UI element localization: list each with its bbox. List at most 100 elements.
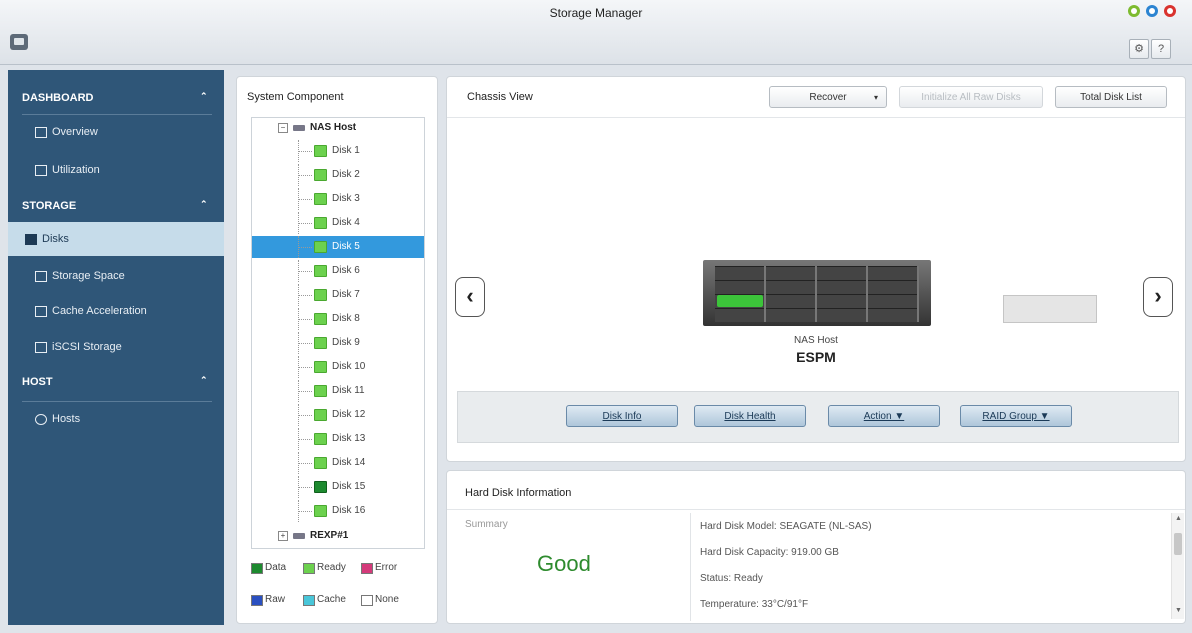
- info-model: Hard Disk Model: SEAGATE (NL-SAS): [700, 521, 872, 532]
- chassis-action-bar: Disk Info Disk Health Action ▼ RAID Grou…: [457, 391, 1179, 443]
- disk-icon: [314, 505, 327, 517]
- raid-group-dropdown[interactable]: RAID Group ▼: [960, 405, 1072, 427]
- tree-disk-node[interactable]: Disk 1: [252, 140, 424, 162]
- section-label: DASHBOARD: [22, 92, 94, 104]
- summary-status: Good: [537, 551, 591, 576]
- sidebar-section-host[interactable]: HOST ⌃: [8, 368, 224, 396]
- disk-icon: [314, 169, 327, 181]
- close-button[interactable]: [1164, 5, 1176, 17]
- disk-icon: [314, 217, 327, 229]
- sidebar-item-disks[interactable]: Disks: [8, 222, 224, 256]
- tree-disk-node[interactable]: Disk 14: [252, 452, 424, 474]
- disk-label: Disk 10: [332, 361, 366, 372]
- minimize-button[interactable]: [1128, 5, 1140, 17]
- sidebar-item-label: Overview: [52, 126, 98, 138]
- disk-label: Disk 1: [332, 145, 360, 156]
- disk-label: Disk 9: [332, 337, 360, 348]
- sidebar-item-iscsi-storage[interactable]: iSCSI Storage: [8, 332, 224, 362]
- recover-dropdown[interactable]: Recover ▾: [769, 86, 887, 108]
- disk-icon: [314, 241, 327, 253]
- collapse-icon[interactable]: −: [278, 123, 288, 133]
- sidebar-item-label: Utilization: [52, 164, 100, 176]
- disk-label: Disk 7: [332, 289, 360, 300]
- total-disk-list-button[interactable]: Total Disk List: [1055, 86, 1167, 108]
- disk-info-button[interactable]: Disk Info: [566, 405, 678, 427]
- disk-icon: [314, 265, 327, 277]
- tree-disk-node[interactable]: Disk 15: [252, 476, 424, 498]
- info-status: Status: Ready: [700, 573, 763, 584]
- chassis-header: Chassis View Recover ▾ Initialize All Raw…: [447, 77, 1185, 118]
- disk-label: Disk 3: [332, 193, 360, 204]
- sidebar-item-storage-space[interactable]: Storage Space: [8, 261, 224, 291]
- host-label: NAS Host: [310, 122, 357, 133]
- tree-disk-node[interactable]: Disk 4: [252, 212, 424, 234]
- iscsi-icon: [35, 342, 47, 353]
- disk-icon: [314, 145, 327, 157]
- section-label: STORAGE: [22, 200, 77, 212]
- tree-host-node[interactable]: − NAS Host: [252, 118, 424, 140]
- expand-icon[interactable]: +: [278, 531, 288, 541]
- disk-icon: [314, 193, 327, 205]
- chevron-up-icon: ⌃: [200, 375, 208, 385]
- app-icon: [10, 34, 28, 50]
- sidebar-item-overview[interactable]: Overview: [8, 117, 224, 147]
- tree-disk-node[interactable]: Disk 7: [252, 284, 424, 306]
- tree-disk-node[interactable]: Disk 5: [252, 236, 424, 258]
- expansion-label: REXP#1: [310, 530, 349, 541]
- disk-label: Disk 16: [332, 505, 366, 516]
- tree-disk-node[interactable]: Disk 11: [252, 380, 424, 402]
- tree-disk-node[interactable]: Disk 3: [252, 188, 424, 210]
- title-bar: Storage Manager ⚙ ?: [0, 0, 1192, 65]
- settings-gear-icon[interactable]: ⚙: [1129, 39, 1149, 59]
- tree-expansion-node[interactable]: + REXP#1: [252, 526, 424, 548]
- disk-label: Disk 4: [332, 217, 360, 228]
- expansion-unit-image[interactable]: [1003, 295, 1097, 323]
- sidebar-item-label: Hosts: [52, 413, 81, 425]
- disk-icon: [314, 337, 327, 349]
- chassis-view-panel: Chassis View Recover ▾ Initialize All Raw…: [446, 76, 1186, 462]
- disk-label: Disk 15: [332, 481, 366, 492]
- window-title: Storage Manager: [549, 6, 643, 20]
- disk-label: Disk 13: [332, 433, 366, 444]
- panel-title: Hard Disk Information: [465, 487, 572, 499]
- tree-disk-node[interactable]: Disk 8: [252, 308, 424, 330]
- sidebar-section-dashboard[interactable]: DASHBOARD ⌃: [8, 84, 224, 112]
- tree-disk-node[interactable]: Disk 13: [252, 428, 424, 450]
- disk-icon: [314, 481, 327, 493]
- hosts-icon: [35, 414, 47, 425]
- tree-disk-node[interactable]: Disk 10: [252, 356, 424, 378]
- overview-icon: [35, 127, 47, 138]
- disk-icon: [314, 433, 327, 445]
- nas-chassis-image[interactable]: [703, 260, 931, 326]
- chevron-up-icon: ⌃: [200, 91, 208, 101]
- next-arrow-icon[interactable]: ›: [1143, 277, 1173, 317]
- storage-space-icon: [35, 271, 47, 282]
- tree-disk-node[interactable]: Disk 9: [252, 332, 424, 354]
- tree-disk-node[interactable]: Disk 6: [252, 260, 424, 282]
- disk-icon: [314, 409, 327, 421]
- tree-disk-node[interactable]: Disk 16: [252, 500, 424, 522]
- help-icon[interactable]: ?: [1151, 39, 1171, 59]
- info-scrollbar[interactable]: ▲ ▼: [1171, 513, 1184, 619]
- sidebar-item-label: Storage Space: [52, 270, 125, 282]
- tree-disk-node[interactable]: Disk 12: [252, 404, 424, 426]
- panel-title: System Component: [247, 91, 344, 103]
- expansion-icon: [293, 533, 305, 539]
- chevron-up-icon: ⌃: [200, 199, 208, 209]
- selected-disk-bay[interactable]: [717, 295, 763, 307]
- hard-disk-info-panel: Hard Disk Information Summary Good Hard …: [446, 470, 1186, 624]
- initialize-raw-disks-button[interactable]: Initialize All Raw Disks: [899, 86, 1043, 108]
- action-dropdown[interactable]: Action ▼: [828, 405, 940, 427]
- tree-disk-node[interactable]: Disk 2: [252, 164, 424, 186]
- sidebar-section-storage[interactable]: STORAGE ⌃: [8, 192, 224, 220]
- sidebar-item-cache-acceleration[interactable]: Cache Acceleration: [8, 296, 224, 326]
- maximize-button[interactable]: [1146, 5, 1158, 17]
- chassis-model-label: ESPM: [796, 349, 836, 365]
- system-component-panel: System Component − NAS Host + REXP#1 Dis…: [236, 76, 438, 624]
- previous-arrow-icon[interactable]: ‹: [455, 277, 485, 317]
- sidebar-item-label: Disks: [42, 233, 69, 245]
- disk-health-button[interactable]: Disk Health: [694, 405, 806, 427]
- sidebar-item-utilization[interactable]: Utilization: [8, 155, 224, 185]
- sidebar-item-hosts[interactable]: Hosts: [8, 404, 224, 434]
- summary-label: Summary: [465, 519, 508, 530]
